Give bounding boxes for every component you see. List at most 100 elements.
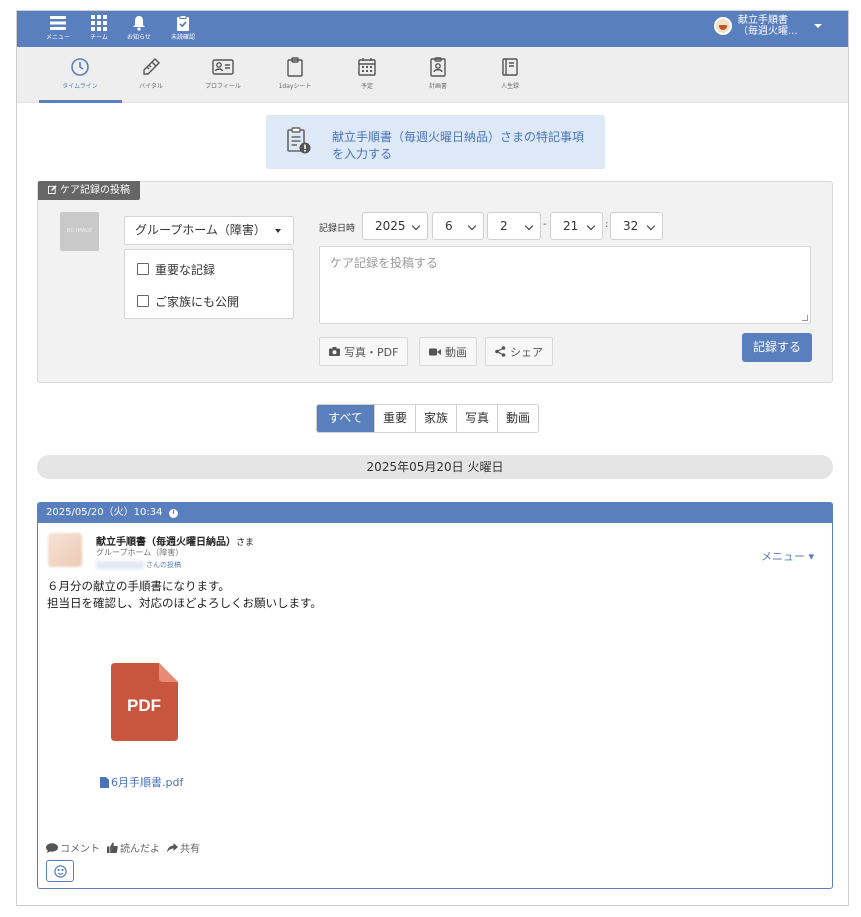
share-label: シェア xyxy=(510,345,543,359)
checkbox-icon xyxy=(137,263,149,275)
comment-button[interactable]: コメント xyxy=(46,840,100,855)
post-menu-button[interactable]: メニュー ▾ xyxy=(761,548,814,564)
clipboard-check-icon xyxy=(177,15,189,31)
year-value: 2025 xyxy=(375,219,406,233)
user-name-line2: （毎週火曜... xyxy=(738,26,798,37)
caret-down-icon xyxy=(275,229,281,233)
filter-family[interactable]: 家族 xyxy=(415,405,457,432)
family-public-checkbox[interactable]: ご家族にも公開 xyxy=(137,293,239,309)
month-value: 6 xyxy=(445,219,453,233)
post-timestamp: 2025/05/20（火）10:34 xyxy=(46,507,163,518)
checkbox-icon xyxy=(137,295,149,307)
tab-timeline-label: タイムライン xyxy=(62,83,98,90)
tab-timeline[interactable]: タイムライン xyxy=(40,57,120,90)
camera-icon xyxy=(329,347,340,356)
unread-check-button[interactable]: 未読確認 xyxy=(166,15,200,41)
filter-all[interactable]: すべて xyxy=(317,405,374,432)
honorific: さま xyxy=(236,538,255,548)
hamburger-icon xyxy=(50,16,66,30)
pdf-file-icon[interactable]: PDF xyxy=(111,663,178,741)
tab-profile-label: プロフィール xyxy=(205,83,241,90)
read-label: 読んだよ xyxy=(120,844,160,855)
share-button[interactable]: シェア xyxy=(485,337,553,366)
record-options: 重要な記録 ご家族にも公開 xyxy=(124,249,294,319)
day-value: 2 xyxy=(500,219,508,233)
post-actions: コメント 読んだよ 共有 xyxy=(46,840,207,855)
notifications-label: お知らせ xyxy=(127,34,151,41)
important-checkbox[interactable]: 重要な記録 xyxy=(137,261,215,277)
filter-photo[interactable]: 写真 xyxy=(456,405,498,432)
notifications-button[interactable]: お知らせ xyxy=(122,15,156,41)
special-note-line2: を入力する xyxy=(332,147,393,161)
submit-record-button[interactable]: 記録する xyxy=(742,333,812,362)
tab-plan[interactable]: 計画書 xyxy=(398,57,478,90)
tab-vitals-label: バイタル xyxy=(139,83,163,90)
resize-handle-icon[interactable] xyxy=(802,315,808,321)
month-select[interactable]: 6 xyxy=(432,212,484,240)
share-icon xyxy=(495,346,506,357)
team-button[interactable]: チーム xyxy=(82,15,116,41)
read-button[interactable]: 読んだよ xyxy=(107,840,160,855)
tab-1day-sheet-label: 1dayシート xyxy=(278,83,312,90)
caret-down-icon xyxy=(814,24,822,28)
chevron-down-icon xyxy=(586,221,596,231)
chevron-down-icon xyxy=(524,221,534,231)
special-note-text: 献立手順書（毎週火曜日納品）さまの特記事項 を入力する xyxy=(332,129,592,163)
group-select[interactable]: グループホーム（障害） xyxy=(124,216,294,245)
id-card-icon xyxy=(212,59,234,75)
care-record-form: ケア記録の投稿 NO IMAGE グループホーム（障害） 重要な記録 ご家族にも… xyxy=(37,181,833,383)
filter-important[interactable]: 重要 xyxy=(374,405,416,432)
resident-avatar xyxy=(48,533,82,567)
top-navbar: メニュー チーム お知らせ 未読確認 献立手順書 （毎週火曜... xyxy=(17,11,848,47)
day-select[interactable]: 2 xyxy=(487,212,541,240)
date-time-separator: - xyxy=(543,219,547,230)
tab-vitals[interactable]: バイタル xyxy=(111,57,191,90)
video-button[interactable]: 動画 xyxy=(419,337,477,366)
poster-info: さんの投稿 xyxy=(96,560,181,570)
date-separator: 2025年05月20日 火曜日 xyxy=(37,455,833,479)
calendar-icon xyxy=(358,58,376,76)
reaction-button[interactable] xyxy=(46,860,74,882)
resident-name[interactable]: 献立手順書（毎週火曜日納品）さま xyxy=(96,533,254,548)
smiley-icon xyxy=(53,864,67,878)
thumbs-up-icon xyxy=(107,842,118,853)
active-tab-indicator xyxy=(39,100,122,103)
tab-life-record[interactable]: 人生録 xyxy=(470,57,550,90)
special-note-button[interactable]: 献立手順書（毎週火曜日納品）さまの特記事項 を入力する xyxy=(266,115,605,169)
post-header: 2025/05/20（火）10:34 xyxy=(38,503,832,523)
care-record-badge-label: ケア記録の投稿 xyxy=(60,185,130,196)
tab-profile[interactable]: プロフィール xyxy=(183,57,263,90)
resident-avatar: NO IMAGE xyxy=(60,212,99,251)
user-avatar xyxy=(714,17,732,35)
care-record-textarea[interactable]: ケア記録を投稿する xyxy=(319,246,811,324)
comment-icon xyxy=(46,842,58,853)
menu-button[interactable]: メニュー xyxy=(41,15,75,41)
share-post-label: 共有 xyxy=(180,844,200,855)
minute-select[interactable]: 32 xyxy=(610,212,663,240)
share-post-button[interactable]: 共有 xyxy=(167,840,200,855)
user-menu[interactable]: 献立手順書 （毎週火曜... xyxy=(714,15,822,37)
hour-select[interactable]: 21 xyxy=(550,212,603,240)
clock-icon xyxy=(71,58,89,76)
poster-name-redacted xyxy=(96,561,144,569)
pdf-file-link[interactable]: 6月手順書.pdf xyxy=(100,774,183,790)
care-record-badge: ケア記録の投稿 xyxy=(38,181,140,200)
tab-schedule[interactable]: 予定 xyxy=(327,57,407,90)
tab-schedule-label: 予定 xyxy=(360,83,373,90)
chevron-down-icon xyxy=(411,221,421,231)
photo-pdf-button[interactable]: 写真・PDF xyxy=(319,337,409,366)
photo-pdf-label: 写真・PDF xyxy=(344,345,399,359)
tab-life-record-label: 人生録 xyxy=(500,83,519,90)
bell-icon xyxy=(133,16,145,31)
share-arrow-icon xyxy=(167,842,178,852)
team-label: チーム xyxy=(90,34,108,41)
clipboard-alert-icon xyxy=(287,127,311,154)
grid-icon xyxy=(91,15,107,31)
tab-1day-sheet[interactable]: 1dayシート xyxy=(255,57,335,90)
file-icon xyxy=(100,776,109,788)
family-public-label: ご家族にも公開 xyxy=(155,294,240,309)
filter-video[interactable]: 動画 xyxy=(497,405,539,432)
timeline-post: 2025/05/20（火）10:34 献立手順書（毎週火曜日納品）さま グループ… xyxy=(37,502,833,889)
year-select[interactable]: 2025 xyxy=(362,212,428,240)
post-body: ６月分の献立の手順書になります。 担当日を確認し、対応のほどよろしくお願いします… xyxy=(47,578,322,612)
